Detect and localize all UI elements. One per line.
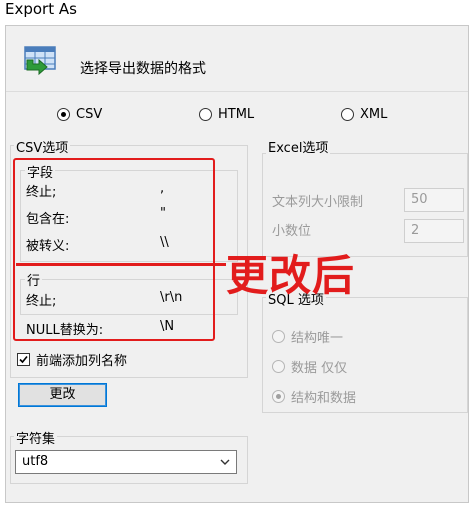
checkbox-box [17, 353, 30, 366]
sql-data-only-radio[interactable]: 数据 仅仅 [272, 357, 347, 376]
header-band [6, 36, 468, 92]
xml-radio-label: XML [360, 107, 388, 122]
radio-indicator [272, 330, 285, 343]
chevron-down-icon [220, 459, 230, 465]
window-title: Export As [5, 0, 77, 18]
html-radio[interactable]: HTML [199, 107, 254, 122]
xml-radio[interactable]: XML [341, 107, 387, 122]
csv-options-title: CSV选项 [14, 137, 71, 156]
html-radio-label: HTML [218, 107, 255, 122]
radio-indicator [272, 360, 285, 373]
sql-structure-and-data-label: 结构和数据 [291, 391, 357, 406]
sql-structure-and-data-radio[interactable]: 结构和数据 [272, 387, 356, 406]
annotation-arrow-line [16, 263, 226, 266]
csv-radio[interactable]: CSV [57, 107, 102, 122]
decimal-places-label: 小数位 [272, 224, 312, 239]
radio-indicator [199, 108, 212, 121]
change-button[interactable]: 更改 [18, 383, 107, 407]
radio-selected-indicator [272, 390, 285, 403]
charset-select[interactable]: utf8 [15, 450, 237, 474]
excel-options-title: Excel选项 [266, 137, 331, 156]
text-limit-label: 文本列大小限制 [272, 195, 364, 210]
sql-structure-only-radio[interactable]: 结构唯一 [272, 327, 343, 346]
add-column-names-checkbox[interactable]: 前端添加列名称 [17, 350, 127, 369]
checkmark-icon [19, 355, 28, 364]
annotation-highlight-box [13, 158, 215, 341]
decimal-places-input[interactable]: 2 [404, 219, 464, 243]
text-limit-input[interactable]: 50 [404, 188, 464, 212]
sql-structure-only-label: 结构唯一 [291, 331, 344, 346]
add-column-names-label: 前端添加列名称 [36, 354, 128, 369]
radio-indicator [341, 108, 354, 121]
csv-radio-label: CSV [76, 107, 103, 122]
charset-value: utf8 [22, 454, 49, 469]
sql-data-only-label: 数据 仅仅 [291, 361, 348, 376]
charset-title: 字符集 [14, 428, 58, 447]
export-table-icon [23, 46, 57, 76]
header-title: 选择导出数据的格式 [80, 61, 206, 77]
annotation-text: 更改后 [226, 251, 356, 300]
radio-selected-indicator [57, 108, 70, 121]
